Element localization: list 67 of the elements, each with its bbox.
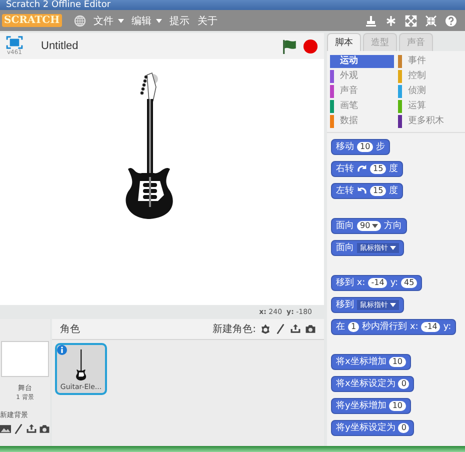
number-input[interactable]: 15: [370, 164, 386, 174]
block-label: 左转: [336, 185, 354, 197]
block-label: 秒内滑行到 x:: [362, 321, 418, 333]
motion-block[interactable]: 移到 x: -14 y: 45: [331, 275, 422, 291]
block-label: 移动: [336, 141, 354, 153]
block-label: 移到: [336, 299, 354, 311]
shrink-icon[interactable]: [425, 14, 437, 26]
stop-icon[interactable]: [303, 38, 318, 54]
block-label: 将y坐标设定为: [336, 422, 396, 434]
number-input[interactable]: 1: [348, 322, 360, 332]
number-input[interactable]: 10: [389, 401, 406, 411]
stage-thumbnail[interactable]: [1, 341, 49, 377]
motion-block[interactable]: 将y坐标设定为 0: [331, 420, 414, 436]
help-icon[interactable]: [445, 14, 457, 26]
paintbrush-icon[interactable]: [13, 424, 24, 434]
number-input[interactable]: 10: [389, 357, 406, 367]
info-icon[interactable]: [57, 345, 67, 355]
sprites-title: 角色: [60, 323, 80, 336]
block-label: 度: [389, 185, 398, 197]
camera-icon[interactable]: [39, 424, 50, 434]
block-label: 面向: [336, 242, 354, 254]
camera-icon[interactable]: [305, 324, 316, 334]
presentation-mode-icon[interactable]: [6, 36, 23, 49]
block-label: 在: [336, 321, 345, 333]
category-item[interactable]: 运动: [330, 55, 394, 68]
number-input[interactable]: -14: [421, 322, 440, 332]
landscape-icon[interactable]: [0, 424, 11, 434]
block-label: 将y坐标增加: [336, 400, 386, 412]
upload-icon[interactable]: [26, 424, 37, 434]
tab[interactable]: 脚本: [327, 33, 361, 51]
upload-icon[interactable]: [290, 324, 301, 334]
motion-block[interactable]: 将x坐标设定为 0: [331, 376, 414, 392]
motion-block[interactable]: 移动 10 步: [331, 139, 390, 155]
motion-block[interactable]: 在 1 秒内滑行到 x: -14 y:: [331, 319, 456, 335]
block-label: y:: [443, 321, 452, 333]
motion-block[interactable]: 面向 90 方向: [331, 218, 408, 234]
new-sprite-label: 新建角色:: [212, 322, 256, 336]
block-label: y:: [390, 277, 398, 289]
block-label: 度: [389, 163, 398, 175]
stamp-icon[interactable]: [365, 14, 377, 26]
number-input[interactable]: -14: [368, 278, 388, 288]
number-input[interactable]: 0: [398, 423, 410, 433]
block-label: 将x坐标增加: [336, 356, 386, 368]
window-title: Scratch 2 Offline Editor: [6, 0, 111, 10]
rotate-counterclockwise-icon: [357, 186, 367, 196]
number-input[interactable]: 0: [398, 379, 410, 389]
sprite-face-icon[interactable]: [260, 324, 271, 334]
motion-block[interactable]: 左转 15 度: [331, 183, 404, 199]
number-dropdown[interactable]: 90: [357, 221, 382, 231]
rotate-clockwise-icon: [357, 164, 367, 174]
block-label: 右转: [336, 163, 354, 175]
flag-icon[interactable]: [282, 38, 297, 54]
guitar-drawing: [74, 349, 88, 383]
motion-block[interactable]: 将y坐标增加 10: [331, 398, 411, 414]
block-label: 将x坐标设定为: [336, 378, 396, 390]
motion-block[interactable]: 右转 15 度: [331, 161, 404, 177]
block-label: 步: [376, 141, 386, 153]
number-input[interactable]: 45: [401, 278, 418, 288]
block-label: 面向: [336, 220, 354, 232]
project-title[interactable]: Untitled: [41, 40, 78, 52]
paintbrush-icon[interactable]: [275, 324, 286, 334]
block-label: 方向: [384, 220, 402, 232]
expand-icon[interactable]: [405, 14, 417, 26]
block-label: 移到 x:: [336, 277, 366, 289]
number-input[interactable]: 15: [370, 186, 386, 196]
motion-block[interactable]: 将x坐标增加 10: [331, 354, 411, 370]
number-input[interactable]: 10: [357, 142, 374, 152]
